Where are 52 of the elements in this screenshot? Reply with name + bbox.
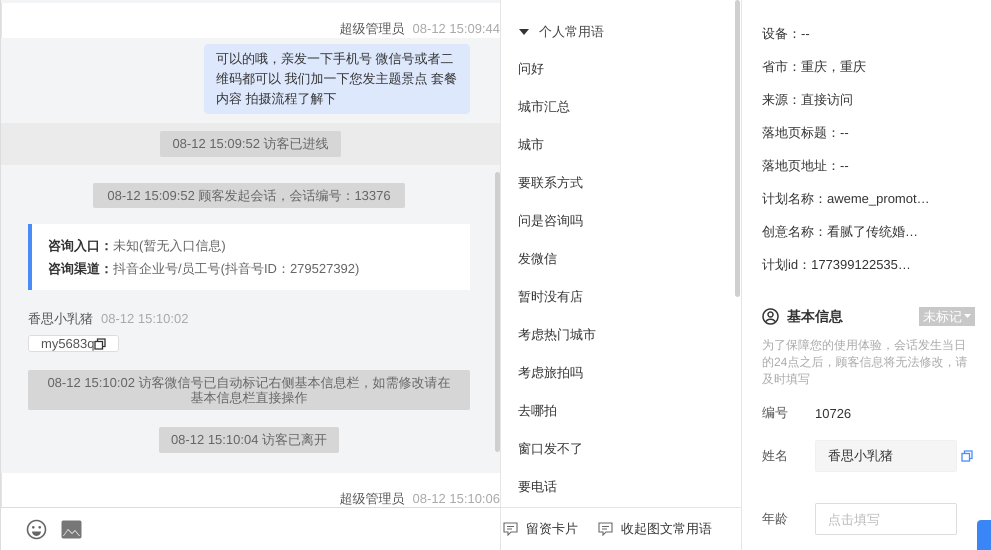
message-time: 08-12 15:10:02 [101, 310, 188, 328]
message-icon [503, 522, 518, 536]
emoji-icon[interactable] [26, 518, 47, 540]
phrase-item[interactable]: 窗口发不了 [501, 430, 741, 468]
phrase-item[interactable]: 城市 [501, 126, 741, 164]
phrase-group[interactable]: 个人常用语 [501, 0, 604, 42]
input-field[interactable]: 点击填写 [815, 503, 957, 535]
phrase-item[interactable]: 暂时没有店 [501, 278, 741, 316]
sender-name: 超级管理员 [340, 20, 405, 38]
info-line: 落地页标题：-- [762, 124, 850, 142]
info-line: 落地页地址：-- [762, 157, 850, 175]
field-label: 年龄 [762, 510, 789, 528]
notice-text: 为了保障您的使用体验，会话发生当日的24点之后，顾客信息将无法修改，请及时填写 [762, 337, 968, 388]
system-notice: 08-12 15:09:52 访客已进线 [160, 131, 341, 157]
info-line: 设备：-- [762, 25, 811, 43]
sender-name: 香思小乳猪 [28, 310, 93, 328]
info-line: 创意名称：看腻了传统婚… [762, 223, 919, 241]
phrase-item[interactable]: 考虑热门城市 [501, 316, 741, 354]
field-value: 10726 [815, 406, 852, 420]
phrase-item[interactable]: 考虑旅拍吗 [501, 354, 741, 392]
system-notice: 08-12 15:10:02 访客微信号已自动标记右侧基本信息栏，如需修改请在基本信息栏直接操作 [28, 370, 470, 410]
message-time: 08-12 15:09:44 [412, 20, 500, 38]
input-field[interactable]: 香思小乳猪 [815, 440, 957, 472]
wechat-id-chip: my5683q [28, 335, 120, 352]
phrase-item[interactable]: 问好 [501, 50, 741, 88]
consult-info-line: 咨询渠道：抖音企业号/员工号(抖音号ID：279527392) [48, 260, 360, 278]
info-line: 计划id：177399122535… [762, 256, 912, 274]
phrase-item[interactable]: 问是咨询吗 [501, 202, 741, 240]
sender-name: 超级管理员 [340, 490, 405, 508]
info-line: 计划名称：aweme_promot… [762, 190, 931, 208]
footer-button[interactable]: 留资卡片 [503, 520, 578, 538]
image-icon[interactable] [61, 520, 82, 539]
message-time: 08-12 15:10:06 [412, 490, 500, 508]
field-label: 姓名 [762, 447, 789, 465]
phrase-item[interactable]: 发微信 [501, 240, 741, 278]
phrase-item[interactable]: 要联系方式 [501, 164, 741, 202]
system-notice: 08-12 15:09:52 顾客发起会话，会话编号：13376 [93, 183, 405, 208]
message-icon [598, 522, 613, 536]
copy-icon[interactable] [94, 338, 106, 350]
caret-icon [964, 314, 971, 318]
phrase-item[interactable]: 城市汇总 [501, 88, 741, 126]
phrase-item[interactable]: 要电话 [501, 468, 741, 506]
consult-info-line: 咨询入口：未知(暂无入口信息) [48, 237, 227, 255]
footer-button[interactable]: 收起图文常用语 [598, 520, 712, 538]
info-line: 省市：重庆，重庆 [762, 58, 867, 76]
user-icon [762, 308, 779, 324]
section-title: 基本信息 [787, 307, 843, 326]
system-notice: 08-12 15:10:04 访客已离开 [158, 427, 340, 453]
info-line: 来源：直接访问 [762, 91, 854, 109]
field-label: 编号 [762, 404, 789, 422]
message-bubble: 可以的哦，亲发一下手机号 微信号或者二维码都可以 我们加一下您发主题景点 套餐内容 拍摄流程了解下 [204, 44, 470, 114]
phrase-item[interactable]: 去哪拍 [501, 392, 741, 430]
